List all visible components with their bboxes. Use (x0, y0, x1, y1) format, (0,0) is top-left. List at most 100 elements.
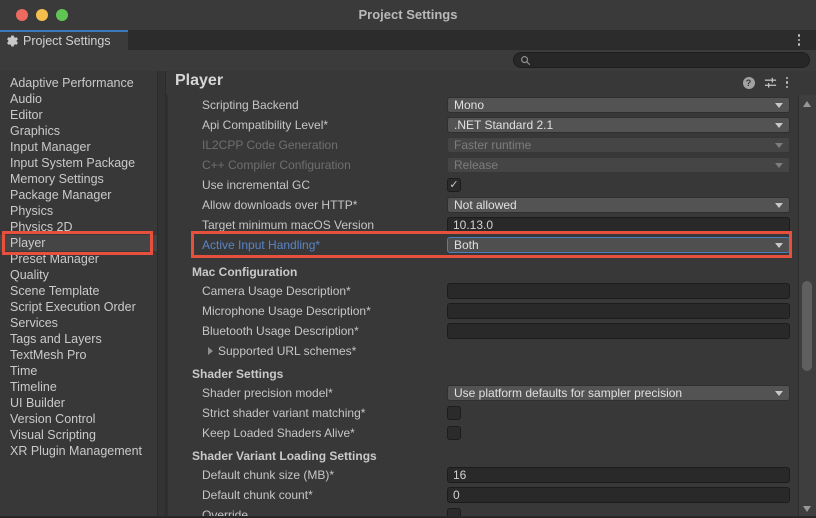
allow-downloads-over-http-dropdown[interactable]: Not allowed (447, 197, 790, 213)
scroll-up-arrow-icon[interactable] (803, 101, 811, 107)
sidebar-item-timeline[interactable]: Timeline (0, 379, 157, 395)
sidebar-item-graphics[interactable]: Graphics (0, 123, 157, 139)
setting-label: IL2CPP Code Generation (202, 135, 338, 155)
setting-row-bluetooth-usage-description: Bluetooth Usage Description* (168, 321, 798, 341)
camera-usage-description-field[interactable] (447, 283, 790, 299)
search-input[interactable] (535, 54, 803, 66)
sidebar-item-tags-and-layers[interactable]: Tags and Layers (0, 331, 157, 347)
setting-row-default-chunk-size: Default chunk size (MB)* (168, 465, 798, 485)
setting-row-use-incremental-gc: Use incremental GC ✓ (168, 175, 798, 195)
sidebar-item-memory-settings[interactable]: Memory Settings (0, 171, 157, 187)
chevron-down-icon (775, 243, 783, 248)
api-compatibility-level-dropdown[interactable]: .NET Standard 2.1 (447, 117, 790, 133)
sidebar-item-version-control[interactable]: Version Control (0, 411, 157, 427)
search-box[interactable] (513, 52, 810, 68)
titlebar: Project Settings (0, 0, 816, 30)
default-chunk-size-field[interactable] (447, 467, 790, 483)
setting-row-target-minimum-macos-version: Target minimum macOS Version (168, 215, 798, 235)
target-minimum-macos-version-field[interactable] (447, 217, 790, 233)
tab-strip-menu-icon[interactable] (792, 33, 806, 47)
sidebar-item-textmesh-pro[interactable]: TextMesh Pro (0, 347, 157, 363)
setting-row-strict-shader-variant-matching: Strict shader variant matching* ✓ (168, 403, 798, 423)
setting-label: Default chunk count* (202, 485, 313, 505)
scrollbar-thumb[interactable] (802, 281, 812, 371)
section-mac-configuration: Mac Configuration (168, 263, 798, 281)
default-chunk-count-field[interactable] (447, 487, 790, 503)
sidebar-item-input-manager[interactable]: Input Manager (0, 139, 157, 155)
setting-row-active-input-handling: Active Input Handling* Both (168, 235, 798, 255)
sidebar-item-preset-manager[interactable]: Preset Manager (0, 251, 157, 267)
scripting-backend-dropdown[interactable]: Mono (447, 97, 790, 113)
setting-label: Target minimum macOS Version (202, 215, 374, 235)
supported-url-schemes-foldout[interactable]: Supported URL schemes* (168, 341, 798, 361)
sidebar-item-audio[interactable]: Audio (0, 91, 157, 107)
sidebar-item-time[interactable]: Time (0, 363, 157, 379)
setting-label: Bluetooth Usage Description* (202, 321, 359, 341)
setting-label: Active Input Handling* (202, 235, 320, 255)
setting-row-default-chunk-count: Default chunk count* (168, 485, 798, 505)
chevron-down-icon (775, 103, 783, 108)
sidebar-item-player[interactable]: Player (0, 235, 157, 251)
chevron-down-icon (775, 123, 783, 128)
setting-label: Supported URL schemes* (218, 341, 356, 361)
setting-label: Use incremental GC (202, 175, 310, 195)
microphone-usage-description-field[interactable] (447, 303, 790, 319)
sidebar-item-visual-scripting[interactable]: Visual Scripting (0, 427, 157, 443)
scroll-down-arrow-icon[interactable] (803, 506, 811, 512)
keep-loaded-shaders-alive-checkbox[interactable]: ✓ (447, 426, 461, 440)
setting-label: Camera Usage Description* (202, 281, 351, 301)
setting-label: Scripting Backend (202, 95, 299, 115)
project-settings-window: Project Settings Project Settings Adapti… (0, 0, 816, 518)
sidebar-item-script-execution-order[interactable]: Script Execution Order (0, 299, 157, 315)
setting-label: Allow downloads over HTTP* (202, 195, 357, 215)
sidebar-item-physics-2d[interactable]: Physics 2D (0, 219, 157, 235)
use-incremental-gc-checkbox[interactable]: ✓ (447, 178, 461, 192)
setting-label: Microphone Usage Description* (202, 301, 371, 321)
setting-label: Default chunk size (MB)* (202, 465, 334, 485)
help-icon[interactable]: ? (743, 77, 755, 89)
setting-row-camera-usage-description: Camera Usage Description* (168, 281, 798, 301)
bluetooth-usage-description-field[interactable] (447, 323, 790, 339)
content-body: Adaptive Performance Audio Editor Graphi… (0, 71, 816, 518)
setting-label: Strict shader variant matching* (202, 403, 365, 423)
sidebar-item-adaptive-performance[interactable]: Adaptive Performance (0, 75, 157, 91)
tab-strip: Project Settings (0, 30, 816, 50)
player-settings-panel: Player ? Scripting Backend Mono (166, 71, 816, 518)
sidebar-item-input-system-package[interactable]: Input System Package (0, 155, 157, 171)
panel-menu-icon[interactable] (786, 77, 789, 89)
setting-row-il2cpp-code-generation: IL2CPP Code Generation Faster runtime (168, 135, 798, 155)
shader-precision-model-dropdown[interactable]: Use platform defaults for sampler precis… (447, 385, 790, 401)
sidebar-item-ui-builder[interactable]: UI Builder (0, 395, 157, 411)
setting-row-cpp-compiler-configuration: C++ Compiler Configuration Release (168, 155, 798, 175)
vertical-scrollbar[interactable] (798, 95, 816, 518)
section-shader-settings: Shader Settings (168, 365, 798, 383)
panel-header: Player ? (166, 71, 816, 95)
chevron-down-icon (775, 203, 783, 208)
setting-label: Shader precision model* (202, 383, 333, 403)
sidebar-item-quality[interactable]: Quality (0, 267, 157, 283)
presets-icon[interactable] (764, 76, 777, 89)
sidebar-item-scene-template[interactable]: Scene Template (0, 283, 157, 299)
sidebar-item-physics[interactable]: Physics (0, 203, 157, 219)
foldout-arrow-icon (208, 347, 213, 355)
setting-row-api-compatibility-level: Api Compatibility Level* .NET Standard 2… (168, 115, 798, 135)
sidebar-item-xr-plugin-management[interactable]: XR Plugin Management (0, 443, 157, 459)
setting-row-scripting-backend: Scripting Backend Mono (168, 95, 798, 115)
setting-row-microphone-usage-description: Microphone Usage Description* (168, 301, 798, 321)
active-input-handling-dropdown[interactable]: Both (447, 237, 790, 253)
sidebar-splitter[interactable] (157, 71, 166, 518)
chevron-down-icon (775, 391, 783, 396)
chevron-down-icon (775, 163, 783, 168)
section-shader-variant-loading-settings: Shader Variant Loading Settings (168, 447, 798, 465)
setting-label: C++ Compiler Configuration (202, 155, 351, 175)
sidebar-item-services[interactable]: Services (0, 315, 157, 331)
sidebar-item-editor[interactable]: Editor (0, 107, 157, 123)
setting-row-allow-downloads-over-http: Allow downloads over HTTP* Not allowed (168, 195, 798, 215)
tab-project-settings[interactable]: Project Settings (0, 30, 128, 50)
cpp-compiler-configuration-dropdown: Release (447, 157, 790, 173)
strict-shader-variant-matching-checkbox[interactable]: ✓ (447, 406, 461, 420)
sidebar-item-package-manager[interactable]: Package Manager (0, 187, 157, 203)
gear-icon (6, 35, 18, 47)
window-title: Project Settings (0, 0, 816, 30)
setting-label: Keep Loaded Shaders Alive* (202, 423, 355, 443)
